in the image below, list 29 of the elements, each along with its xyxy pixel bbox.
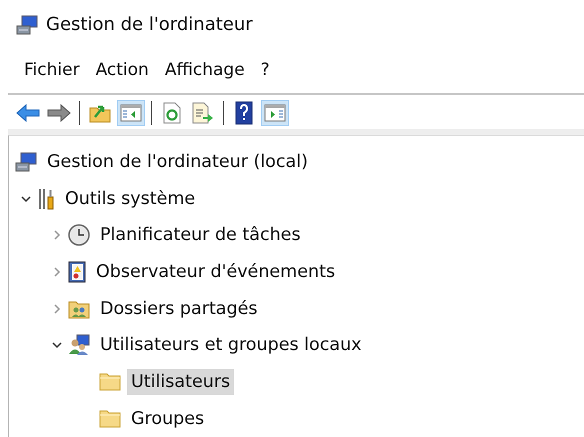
window-title: Gestion de l'ordinateur (46, 14, 253, 36)
panel-left-icon (120, 104, 142, 122)
menu-item[interactable]: Fichier (16, 60, 88, 85)
shared-folder-icon (68, 298, 90, 319)
refresh-icon (163, 102, 181, 124)
menu-item[interactable]: Affichage (156, 60, 253, 85)
tree-item[interactable]: Outils système (61, 186, 200, 212)
clock-icon (68, 224, 90, 246)
tree-item[interactable]: Observateur d'événements (92, 258, 340, 285)
tools-icon (37, 188, 55, 210)
tree-item[interactable]: Planificateur de tâches (96, 222, 305, 248)
tree-item[interactable]: Utilisateurs et groupes locaux (96, 332, 366, 358)
tree-item[interactable]: Utilisateurs (127, 368, 234, 395)
computer-icon (15, 152, 37, 172)
users-icon (68, 334, 90, 356)
folder-icon (99, 372, 121, 391)
menu-item[interactable]: Action (88, 60, 157, 85)
export-list-icon (192, 102, 214, 124)
computer-icon (16, 14, 38, 35)
panel-right-icon (264, 104, 286, 122)
tree-item[interactable]: Gestion de l'ordinateur (local) (43, 148, 312, 175)
tree-item[interactable]: Dossiers partagés (96, 296, 262, 322)
folder-icon (99, 410, 121, 428)
help-icon (235, 100, 253, 125)
menu-item[interactable]: ? (252, 60, 278, 85)
tree-item[interactable]: Groupes (127, 406, 208, 432)
back-arrow-icon (16, 104, 40, 122)
event-log-icon (68, 260, 86, 283)
forward-arrow-icon (47, 104, 71, 122)
